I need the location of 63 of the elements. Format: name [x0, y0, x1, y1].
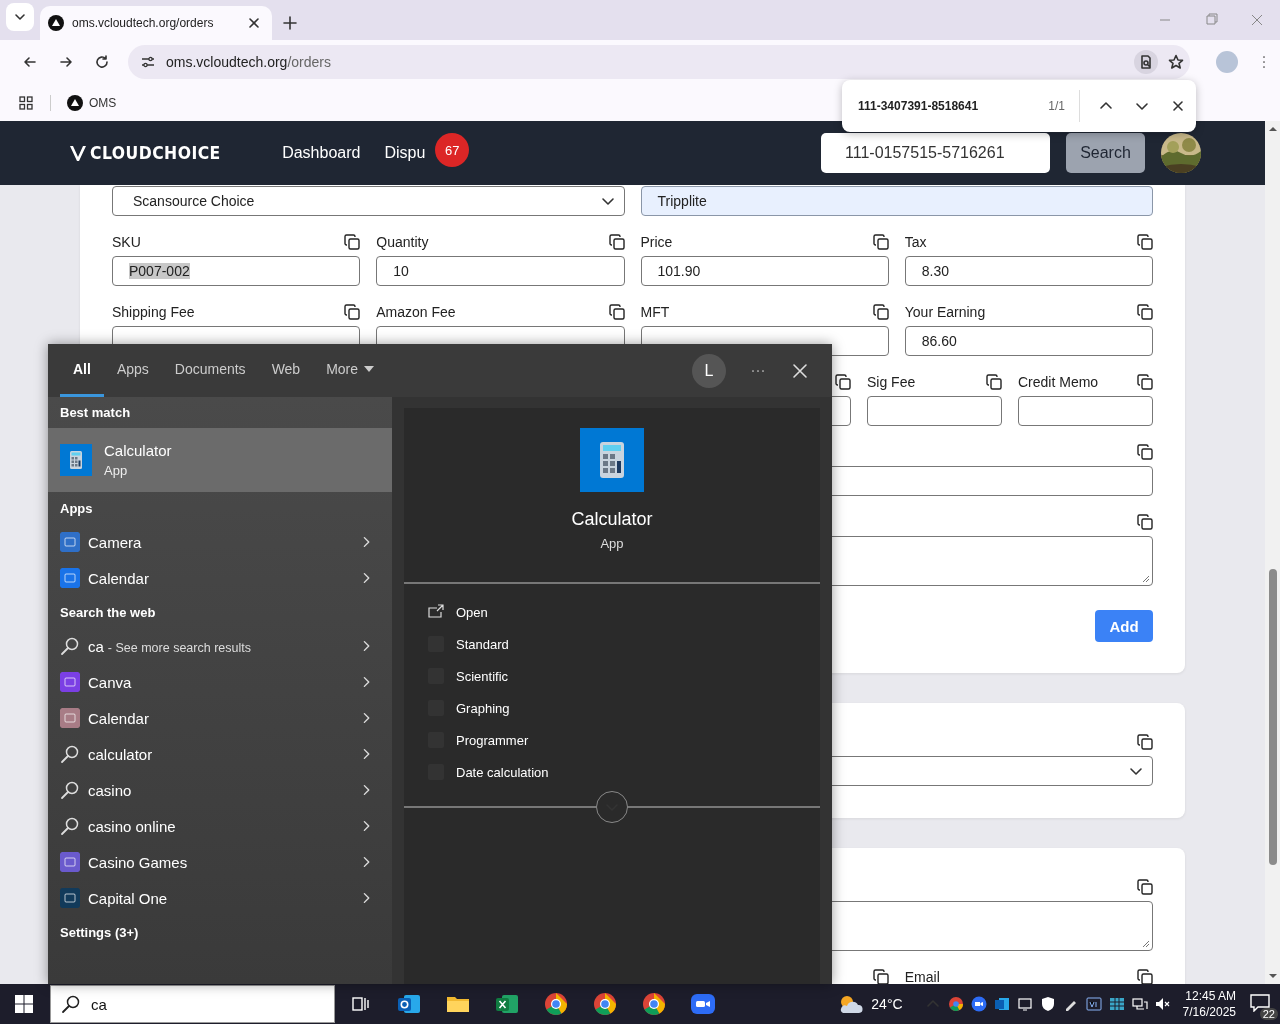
result-item[interactable]: casino online: [48, 808, 392, 844]
field-label: Quantity: [376, 234, 429, 250]
input-field[interactable]: Tripplite: [640, 186, 1153, 216]
select-field[interactable]: Scansource Choice: [112, 186, 625, 216]
result-item[interactable]: Capital One: [48, 880, 392, 916]
add-button[interactable]: Add: [1095, 610, 1153, 642]
action-item[interactable]: Date calculation: [404, 756, 820, 788]
filter-tab[interactable]: Apps: [103, 344, 162, 397]
notification-count: 22: [1259, 1008, 1278, 1020]
search-button[interactable]: Search: [1066, 133, 1145, 173]
field-label: Price: [640, 234, 673, 250]
field-label: Email: [904, 969, 940, 984]
filter-tab[interactable]: More: [313, 344, 388, 397]
field-label: MFT: [640, 304, 670, 320]
bookmark[interactable]: OMS: [67, 94, 117, 111]
field-label: SKU: [112, 234, 141, 250]
app-title: Calculator: [571, 509, 653, 530]
filter-tab[interactable]: Documents: [161, 344, 259, 397]
input-field[interactable]: 8.30: [904, 256, 1153, 286]
taskbar-search-field[interactable]: ca: [50, 985, 335, 1023]
temperature: 24°C: [871, 996, 903, 1012]
browser-tab[interactable]: oms.vcloudtech.org/orders: [40, 6, 272, 40]
result-item[interactable]: ca - See more search results: [48, 628, 392, 664]
result-item[interactable]: Calendar: [48, 700, 392, 736]
field-label: Your Earning: [904, 304, 986, 320]
input-field[interactable]: 10: [376, 256, 625, 286]
result-item[interactable]: Canva: [48, 664, 392, 700]
result-item[interactable]: Camera: [48, 524, 392, 560]
input-field[interactable]: 86.60: [904, 326, 1153, 356]
section-heading: Best match: [59, 404, 132, 422]
search-field[interactable]: 111-0157515-5716261: [821, 133, 1050, 173]
nav-link[interactable]: Dashboard: [282, 144, 361, 162]
field-label: Sig Fee: [867, 374, 916, 390]
field-label: Credit Memo: [1018, 374, 1099, 390]
url-text: oms.vcloudtech.org/orders: [166, 54, 331, 70]
account-avatar[interactable]: L: [692, 353, 726, 388]
result-item[interactable]: calculator: [48, 736, 392, 772]
result-item[interactable]: Casino Games: [48, 844, 392, 880]
section-heading: Search the web: [59, 603, 157, 622]
input-field[interactable]: 101.90: [640, 256, 889, 286]
section-heading: Settings (3+): [59, 923, 140, 942]
field-label: Amazon Fee: [376, 304, 456, 320]
action-item[interactable]: Graphing: [404, 692, 820, 724]
logo-text[interactable]: CLOUDCHOICE: [90, 143, 221, 163]
count-badge: 67: [435, 133, 470, 167]
section-heading: Apps: [59, 499, 94, 518]
action-item[interactable]: Standard: [404, 628, 820, 660]
result-item[interactable]: Calendar: [48, 560, 392, 596]
field-label: Tax: [904, 234, 927, 250]
action-item[interactable]: Open: [404, 596, 820, 628]
nav-link[interactable]: Dispu: [384, 144, 426, 162]
result-item[interactable]: Calculator App: [48, 428, 392, 492]
field-label: Shipping Fee: [112, 304, 195, 320]
match-count: 1/1: [1048, 99, 1065, 113]
address-bar[interactable]: oms.vcloudtech.org/orders: [128, 45, 1190, 79]
find-query[interactable]: 111-3407391-8518641: [858, 99, 1049, 113]
app-type: App: [600, 536, 624, 551]
filter-tab[interactable]: Web: [258, 344, 314, 397]
action-item[interactable]: Programmer: [404, 724, 820, 756]
input-field[interactable]: P007-002: [112, 256, 361, 286]
result-item[interactable]: casino: [48, 772, 392, 808]
action-item[interactable]: Scientific: [404, 660, 820, 692]
clock[interactable]: 12:45 AM 7/16/2025: [1182, 988, 1236, 1020]
